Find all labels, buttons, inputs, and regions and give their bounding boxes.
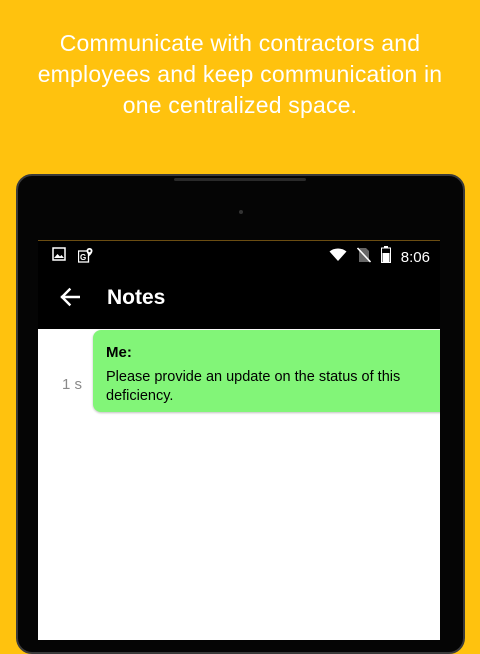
page-title: Notes: [107, 286, 166, 309]
image-icon: [52, 247, 66, 268]
message-text: Please provide an update on the status o…: [106, 369, 401, 404]
wifi-icon: [329, 248, 347, 267]
maps-notification-icon: G: [77, 247, 94, 268]
promo-line-3: one centralized space.: [122, 92, 358, 118]
no-sim-icon: [356, 246, 371, 268]
battery-icon: [380, 246, 391, 268]
camera-icon: [239, 210, 243, 214]
message-timestamp: 1 s: [62, 376, 83, 393]
message-sender: Me:: [106, 344, 132, 361]
notes-list: 1 s Me: Please provide an update on the …: [38, 329, 440, 640]
status-time: 8:06: [400, 248, 430, 266]
status-bar: G 8:06: [38, 240, 440, 269]
device-screen: G 8:06 Notes 1 s Me: Please provide an u…: [38, 240, 440, 640]
back-button[interactable]: [56, 285, 84, 313]
promo-caption: Communicate with contractors and employe…: [0, 28, 480, 121]
tablet-top-edge: [174, 178, 306, 181]
message-bubble[interactable]: Me: Please provide an update on the stat…: [93, 330, 440, 412]
app-bar: Notes: [38, 269, 440, 329]
promo-line-1: Communicate with contractors and: [59, 30, 421, 56]
promo-line-2: employees and keep communication in: [37, 61, 443, 87]
svg-text:G: G: [80, 253, 86, 262]
arrow-left-icon: [60, 287, 81, 312]
